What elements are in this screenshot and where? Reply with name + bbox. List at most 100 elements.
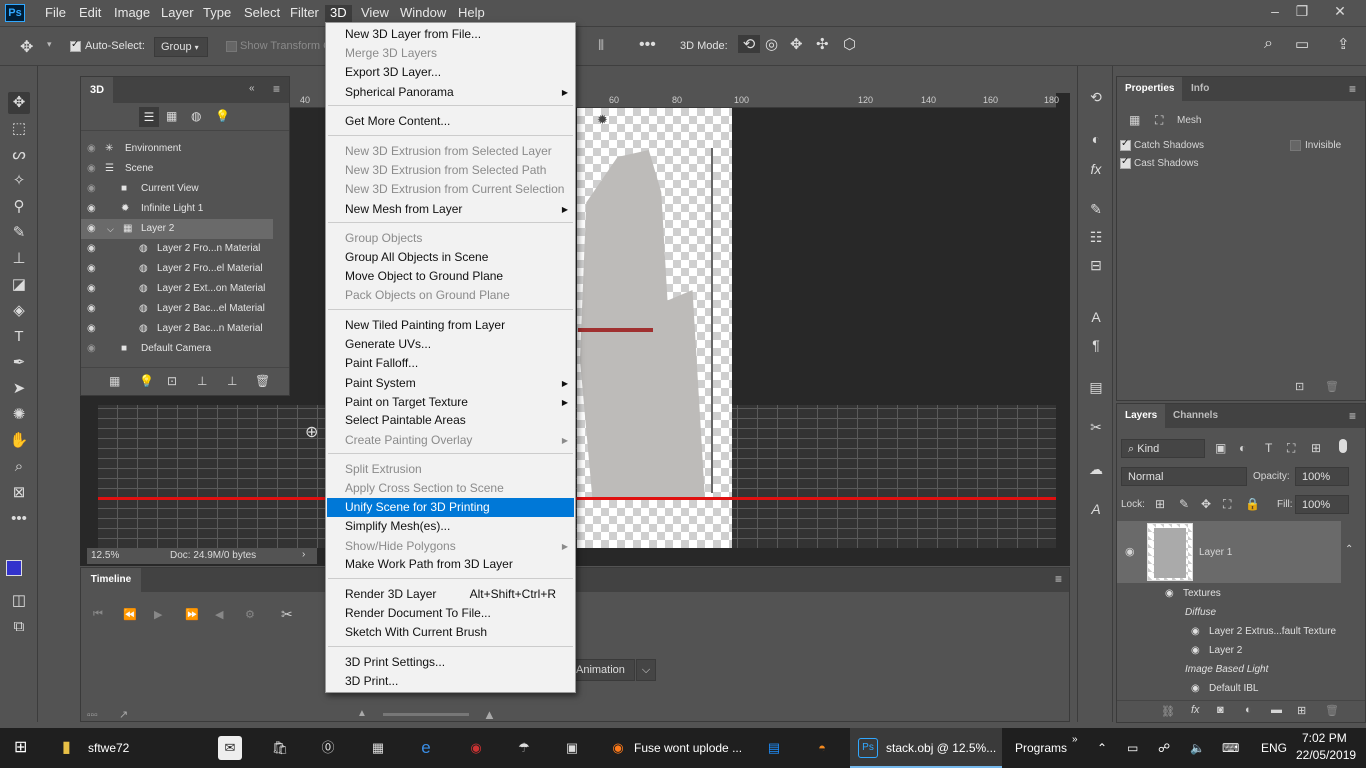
menu-item-spherical-panorama[interactable]: Spherical Panorama ▶ [327,83,574,102]
menu-item-merge-3d-layers[interactable]: Merge 3D Layers [327,44,574,63]
more-options-icon[interactable]: ••• [639,36,656,54]
tree-row-material[interactable]: ◉ ◍ Layer 2 Bac...el Material [81,299,273,319]
menu-item-move-to-ground[interactable]: Move Object to Ground Plane [327,267,574,286]
workspace-icon[interactable]: ▭ [1295,35,1309,53]
convert-icon[interactable]: ↗ [119,708,128,721]
character-icon[interactable]: A [1085,306,1107,328]
filter-toggle[interactable] [1339,439,1347,453]
filter-kind-dropdown[interactable]: ⌕ Kind [1121,439,1205,458]
layer-row-selected[interactable]: ◉ Layer 1 [1117,521,1341,583]
taskbar-photoshop[interactable]: Ps stack.obj @ 12.5%... [850,728,1002,768]
lock-position-icon[interactable]: ✥ [1201,497,1211,511]
menu-item-new-tiled-painting[interactable]: New Tiled Painting from Layer [327,316,574,335]
x-axis-gizmo[interactable] [578,328,653,332]
catch-shadows-checkbox[interactable] [1120,138,1131,151]
adjustment-layer-icon[interactable]: ◐ [1245,704,1252,716]
shape-tool-icon[interactable]: ✺ [8,404,30,426]
tree-row-environment[interactable]: ◉ ✳ Environment [81,139,273,159]
eye-icon[interactable]: ◉ [1165,588,1174,599]
menu-file[interactable]: File [40,5,71,23]
minimize-icon[interactable]: – [1262,3,1288,19]
brush-tool-icon[interactable]: ✎ [8,222,30,244]
network-icon[interactable]: ☍ [1158,728,1170,768]
foreground-color-swatch[interactable] [6,560,22,576]
menu-item-select-paintable-areas[interactable]: Select Paintable Areas [327,411,574,430]
create-animation-button[interactable]: Animation [571,659,635,681]
menu-item-extrusion-selection[interactable]: New 3D Extrusion from Current Selection [327,180,574,199]
calendar-icon[interactable]: ▦ [366,736,390,760]
history-icon[interactable]: ⟲ [1085,86,1107,108]
texture-item[interactable]: Layer 2 [1209,645,1242,656]
prev-frame-icon[interactable]: ⏪ [123,608,137,621]
scissors-icon[interactable]: ✂ [281,606,293,623]
pixel-filter-icon[interactable]: ▣ [1215,441,1226,455]
trash-icon[interactable]: 🗑 [1325,380,1339,393]
eye-icon[interactable]: ◉ [87,299,96,319]
adjustments-icon[interactable]: ☷ [1085,226,1107,248]
menu-item-new-3d-layer-from-file[interactable]: New 3D Layer from File... [327,25,574,44]
tree-row-material[interactable]: ◉ ◍ Layer 2 Bac...n Material [81,319,273,339]
path-select-icon[interactable]: ➤ [8,378,30,400]
tree-row-material[interactable]: ◉ ◍ Layer 2 Ext...on Material [81,279,273,299]
tool-preset-chevron-icon[interactable]: ▾ [47,39,52,50]
menu-3d[interactable]: 3D [325,5,352,23]
menu-image[interactable]: Image [109,5,155,23]
libraries-icon[interactable]: ☁ [1085,458,1107,480]
menu-select[interactable]: Select [239,5,285,23]
menu-item-unify-scene-for-3d-printing[interactable]: Unify Scene for 3D Printing [327,498,574,517]
menu-item-generate-uvs[interactable]: Generate UVs... [327,335,574,354]
move-tool-icon[interactable]: ✥ [8,92,30,114]
collapse-icon[interactable]: ⌃ [1345,544,1353,555]
clone-source-icon[interactable]: ⊟ [1085,254,1107,276]
panel-menu-icon[interactable]: ≡ [1349,82,1356,96]
fx-icon[interactable]: fx [1191,704,1200,716]
drag-3d-icon[interactable]: ✥ [790,35,803,53]
more-tools-icon[interactable]: ••• [8,508,30,530]
auto-select-dropdown[interactable]: Group ▾ [154,37,208,57]
chevron-down-icon[interactable]: ⌵ [636,659,656,681]
app-umbrella-icon[interactable]: ☂ [512,736,536,760]
mesh-deform-icon[interactable]: ⛶ [1155,113,1163,128]
menu-item-paint-falloff[interactable]: Paint Falloff... [327,354,574,373]
lasso-tool-icon[interactable]: ᔕ [8,144,30,166]
eye-icon[interactable]: ◉ [87,139,96,159]
new-layer-icon[interactable]: ⊞ [1297,704,1306,717]
drop-to-plane-icon[interactable]: ⊥ [197,374,207,388]
tab-info[interactable]: Info [1183,77,1217,101]
frame-tool-icon[interactable]: ⊠ [8,482,30,504]
marquee-tool-icon[interactable]: ⬚ [8,118,30,140]
share-icon[interactable]: ⇪ [1337,35,1350,53]
collapse-icon[interactable]: « [249,83,255,94]
tab-channels[interactable]: Channels [1165,404,1226,428]
play-icon[interactable]: ▶ [154,608,162,621]
type-filter-icon[interactable]: T [1265,441,1272,455]
chevron-up-icon[interactable]: ⌃ [1097,728,1107,768]
clock-time[interactable]: 7:02 PM [1302,731,1347,745]
tree-row-infinite-light[interactable]: ◉ ✹ Infinite Light 1 [81,199,273,219]
menu-item-3d-print-settings[interactable]: 3D Print Settings... [327,653,574,672]
menu-item-paint-on-target-texture[interactable]: Paint on Target Texture ▶ [327,393,574,412]
lock-brush-icon[interactable]: ✎ [1179,497,1189,511]
stamp-tool-icon[interactable]: ⊥ [8,248,30,270]
frame-view-icon[interactable]: ▫▫▫ [87,710,98,721]
slide-3d-icon[interactable]: ✣ [816,35,829,53]
trash-icon[interactable]: 🗑 [1325,704,1339,717]
pen-tool-icon[interactable]: ✒ [8,352,30,374]
zoom-level[interactable]: 12.5% [91,550,119,561]
eye-icon[interactable]: ◉ [87,159,96,179]
light-widget-icon[interactable]: ⊕ [305,422,318,442]
menu-item-new-mesh-from-layer[interactable]: New Mesh from Layer ▶ [327,200,574,219]
render-icon[interactable]: ⊡ [167,374,177,388]
adjustment-filter-icon[interactable]: ◐ [1239,441,1246,455]
menu-help[interactable]: Help [453,5,490,23]
close-icon[interactable]: ✕ [1327,3,1353,20]
add-light-icon[interactable]: 💡 [139,374,154,388]
tree-row-default-camera[interactable]: ◉ ■ Default Camera [81,339,273,359]
menu-item-make-work-path[interactable]: Make Work Path from 3D Layer [327,555,574,574]
programs-label[interactable]: Programs [1015,728,1067,768]
eyedropper-icon[interactable]: ⚲ [8,196,30,218]
eye-icon[interactable]: ◉ [87,239,96,259]
shape-filter-icon[interactable]: ⛶ [1287,441,1295,456]
tools-icon[interactable]: ✂ [1085,416,1107,438]
light-icon[interactable]: ✹ [597,112,608,128]
